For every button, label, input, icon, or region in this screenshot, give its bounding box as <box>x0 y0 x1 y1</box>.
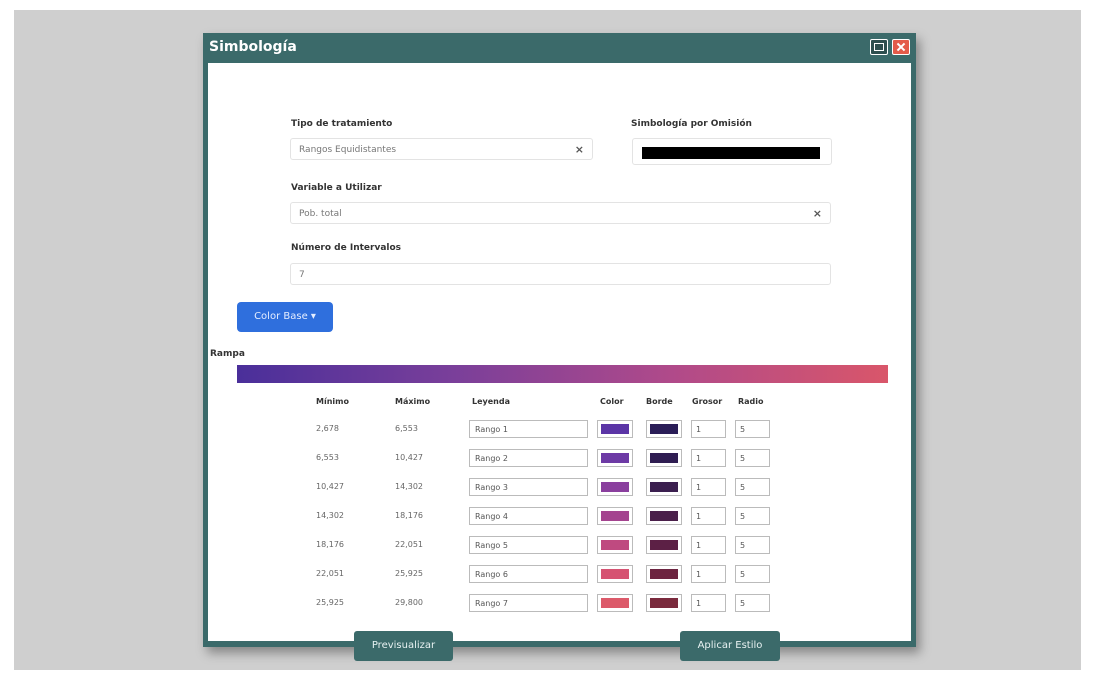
legend-input[interactable]: Rango 4 <box>469 507 588 525</box>
grosor-input[interactable]: 1 <box>691 478 726 496</box>
color-swatch <box>601 598 629 608</box>
color-picker[interactable] <box>597 507 633 525</box>
intervalos-label: Número de Intervalos <box>291 243 402 253</box>
variable-select[interactable]: Pob. total × <box>290 202 831 224</box>
min-cell: 10,427 <box>316 482 344 491</box>
header-minimo: Mínimo <box>316 397 349 406</box>
max-cell: 25,925 <box>395 569 423 578</box>
color-picker[interactable] <box>597 420 633 438</box>
header-maximo: Máximo <box>395 397 431 406</box>
color-swatch <box>601 569 629 579</box>
clear-icon[interactable]: × <box>575 143 584 156</box>
radio-input[interactable]: 5 <box>735 536 770 554</box>
border-color-picker[interactable] <box>646 507 682 525</box>
radio-input[interactable]: 5 <box>735 420 770 438</box>
border-color-picker[interactable] <box>646 449 682 467</box>
border-color-picker[interactable] <box>646 536 682 554</box>
color-ramp[interactable] <box>237 365 888 383</box>
legend-input[interactable]: Rango 2 <box>469 449 588 467</box>
preview-button[interactable]: Previsualizar <box>354 631 453 661</box>
radio-input[interactable]: 5 <box>735 565 770 583</box>
border-color-picker[interactable] <box>646 565 682 583</box>
intervalos-value: 7 <box>299 270 305 280</box>
color-swatch <box>601 482 629 492</box>
dialog-content: Tipo de tratamiento Rangos Equidistantes… <box>208 63 911 661</box>
close-icon[interactable] <box>892 39 910 55</box>
variable-label: Variable a Utilizar <box>291 183 382 193</box>
grosor-input[interactable]: 1 <box>691 449 726 467</box>
legend-input[interactable]: Rango 3 <box>469 478 588 496</box>
grosor-input[interactable]: 1 <box>691 507 726 525</box>
variable-value: Pob. total <box>299 209 342 219</box>
color-picker[interactable] <box>597 594 633 612</box>
max-cell: 6,553 <box>395 424 418 433</box>
rampa-label: Rampa <box>210 349 245 359</box>
grosor-input[interactable]: 1 <box>691 594 726 612</box>
min-cell: 18,176 <box>316 540 344 549</box>
color-swatch <box>601 453 629 463</box>
border-color-picker[interactable] <box>646 478 682 496</box>
header-radio: Radio <box>738 397 764 406</box>
min-cell: 25,925 <box>316 598 344 607</box>
simbologia-omision-label: Simbología por Omisión <box>631 119 752 129</box>
border-swatch <box>650 482 678 492</box>
border-swatch <box>650 598 678 608</box>
border-swatch <box>650 453 678 463</box>
max-cell: 22,051 <box>395 540 423 549</box>
grosor-input[interactable]: 1 <box>691 536 726 554</box>
tipo-tratamiento-label: Tipo de tratamiento <box>291 119 393 129</box>
max-cell: 14,302 <box>395 482 423 491</box>
header-borde: Borde <box>646 397 673 406</box>
color-picker[interactable] <box>597 478 633 496</box>
tipo-tratamiento-value: Rangos Equidistantes <box>299 145 397 155</box>
border-swatch <box>650 511 678 521</box>
min-cell: 6,553 <box>316 453 339 462</box>
color-picker[interactable] <box>597 565 633 583</box>
legend-input[interactable]: Rango 6 <box>469 565 588 583</box>
clear-icon[interactable]: × <box>813 207 822 220</box>
dialog-title: Simbología <box>209 39 297 55</box>
symbology-dialog: Simbología Tipo de tratamiento Rangos Eq… <box>203 33 916 661</box>
border-swatch <box>650 424 678 434</box>
color-swatch <box>601 424 629 434</box>
color-base-button[interactable]: Color Base ▾ <box>237 302 333 332</box>
radio-input[interactable]: 5 <box>735 594 770 612</box>
max-cell: 29,800 <box>395 598 423 607</box>
min-cell: 22,051 <box>316 569 344 578</box>
min-cell: 2,678 <box>316 424 339 433</box>
min-cell: 14,302 <box>316 511 344 520</box>
border-swatch <box>650 569 678 579</box>
header-grosor: Grosor <box>692 397 723 406</box>
radio-input[interactable]: 5 <box>735 478 770 496</box>
grosor-input[interactable]: 1 <box>691 565 726 583</box>
color-swatch <box>601 511 629 521</box>
tipo-tratamiento-select[interactable]: Rangos Equidistantes × <box>290 138 593 160</box>
radio-input[interactable]: 5 <box>735 507 770 525</box>
intervalos-input[interactable]: 7 <box>290 263 831 285</box>
apply-style-button[interactable]: Aplicar Estilo <box>680 631 780 661</box>
max-cell: 18,176 <box>395 511 423 520</box>
max-cell: 10,427 <box>395 453 423 462</box>
header-color: Color <box>600 397 624 406</box>
dialog-titlebar[interactable]: Simbología <box>203 33 916 63</box>
legend-input[interactable]: Rango 7 <box>469 594 588 612</box>
grosor-input[interactable]: 1 <box>691 420 726 438</box>
color-swatch <box>601 540 629 550</box>
redacted-bar <box>642 147 820 159</box>
legend-input[interactable]: Rango 1 <box>469 420 588 438</box>
radio-input[interactable]: 5 <box>735 449 770 467</box>
border-color-picker[interactable] <box>646 420 682 438</box>
color-picker[interactable] <box>597 536 633 554</box>
legend-input[interactable]: Rango 5 <box>469 536 588 554</box>
restore-icon[interactable] <box>870 39 888 55</box>
border-color-picker[interactable] <box>646 594 682 612</box>
border-swatch <box>650 540 678 550</box>
header-leyenda: Leyenda <box>472 397 510 406</box>
color-picker[interactable] <box>597 449 633 467</box>
